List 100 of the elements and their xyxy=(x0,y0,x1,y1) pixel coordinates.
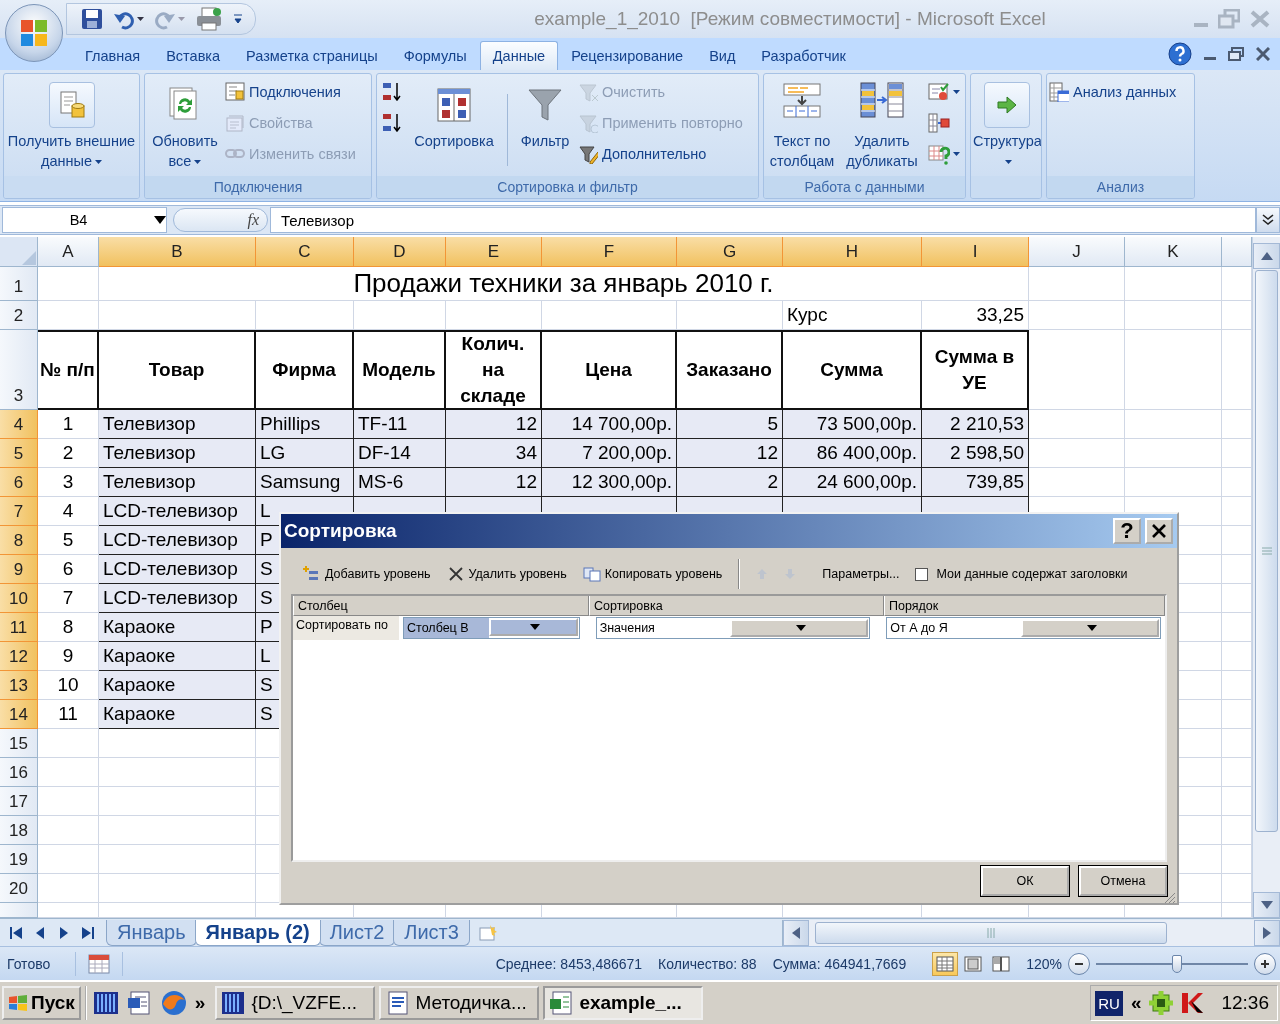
last-sheet-button[interactable] xyxy=(82,926,94,939)
toolbar-button[interactable]: Удалить уровень xyxy=(440,562,573,586)
ribbon-button[interactable]: Обновить все xyxy=(147,76,223,176)
ribbon-tab[interactable]: Данные xyxy=(479,41,559,70)
row-header[interactable]: 13 xyxy=(0,671,38,700)
first-sheet-button[interactable] xyxy=(10,926,22,939)
row-header[interactable]: 16 xyxy=(0,758,38,787)
ribbon-tab[interactable]: Формулы xyxy=(390,41,480,70)
dialog-button[interactable]: Отмена xyxy=(1079,866,1167,896)
customize-button[interactable] xyxy=(231,12,245,26)
ribbon-button[interactable]: Фильтр xyxy=(514,76,576,176)
column-header[interactable]: H xyxy=(783,237,922,267)
name-box[interactable]: B4 xyxy=(2,207,167,233)
zoom-in-button[interactable] xyxy=(1254,952,1276,975)
dropdown[interactable]: Столбец B xyxy=(403,617,580,639)
save-button[interactable] xyxy=(79,6,105,32)
previous-sheet-button[interactable] xyxy=(34,926,46,939)
vertical-scrollbar[interactable] xyxy=(1252,237,1280,918)
row-header[interactable]: 20 xyxy=(0,874,38,903)
column-header[interactable]: A xyxy=(38,237,99,267)
dialog-button[interactable]: ОК xyxy=(981,866,1069,896)
language-indicator[interactable]: RU xyxy=(1095,990,1123,1016)
close-icon xyxy=(1152,524,1166,538)
taskbar-button[interactable]: Методичка... xyxy=(379,986,540,1020)
toolbar-button[interactable]: Копировать уровень xyxy=(576,562,729,586)
next-sheet-button[interactable] xyxy=(58,926,70,939)
ribbon-button[interactable]: Получить внешние данные xyxy=(6,76,137,176)
ribbon-tab[interactable]: Разработчик xyxy=(748,41,859,70)
record-macro-button[interactable] xyxy=(75,951,123,976)
column-header[interactable]: G xyxy=(677,237,783,267)
column-header[interactable]: J xyxy=(1029,237,1125,267)
restore-button[interactable] xyxy=(1228,47,1244,61)
dropdown[interactable]: Значения xyxy=(595,617,871,639)
column-header[interactable]: C xyxy=(256,237,354,267)
help-button[interactable]: ? xyxy=(1113,518,1141,544)
expand-button[interactable] xyxy=(1256,207,1280,233)
taskbar-button[interactable]: {D:\_VZFE... xyxy=(215,986,376,1020)
row-header[interactable]: 7 xyxy=(0,497,38,526)
taskbar-button[interactable]: example_... xyxy=(543,986,704,1020)
help-button[interactable] xyxy=(1168,42,1192,66)
row-header[interactable]: 11 xyxy=(0,613,38,642)
ribbon-tab[interactable]: Вставка xyxy=(153,41,234,70)
quick-launch-icon[interactable] xyxy=(126,991,153,1015)
column-header[interactable]: F xyxy=(542,237,677,267)
zoom-level[interactable]: 120% xyxy=(1020,955,1068,972)
expand-tray-button[interactable]: « xyxy=(1130,992,1142,1014)
row-header[interactable]: 1 xyxy=(0,267,38,301)
ribbon-button[interactable]: Сортировка xyxy=(407,76,501,176)
ribbon-button[interactable]: Удалить дубликаты xyxy=(840,76,924,176)
sheet-tab[interactable]: Январь xyxy=(106,919,197,946)
sheet-tab[interactable]: Январь (2) xyxy=(194,919,321,946)
tray-icon[interactable] xyxy=(1181,991,1204,1015)
dropdown[interactable]: От А до Я xyxy=(886,617,1161,639)
row-header[interactable]: 9 xyxy=(0,555,38,584)
quick-launch-icon[interactable] xyxy=(160,990,187,1016)
more-button[interactable]: » xyxy=(194,992,206,1014)
ribbon-button[interactable]: Анализ данных xyxy=(1049,76,1181,107)
ribbon-tab[interactable]: Рецензирование xyxy=(558,41,697,70)
quick-launch-icon[interactable] xyxy=(92,991,119,1015)
row-header[interactable]: 14 xyxy=(0,700,38,729)
row-header[interactable]: 12 xyxy=(0,642,38,671)
ribbon-button[interactable]: Структура xyxy=(973,76,1041,176)
ribbon-tab[interactable]: Вид xyxy=(696,41,749,70)
page-break-icon xyxy=(992,955,1011,972)
row-header[interactable]: 10 xyxy=(0,584,38,613)
row-header[interactable]: 8 xyxy=(0,526,38,555)
zoom-out-button[interactable] xyxy=(1068,952,1090,975)
start-button[interactable]: Пуск xyxy=(2,986,81,1020)
ribbon-tab[interactable]: Разметка страницы xyxy=(233,41,391,70)
row-header[interactable]: 2 xyxy=(0,301,38,330)
row-header[interactable]: 5 xyxy=(0,439,38,468)
slider-thumb[interactable] xyxy=(1171,954,1182,973)
ribbon-button[interactable]: Дополнительно xyxy=(578,138,747,169)
sheet-icon xyxy=(88,953,110,974)
row-header[interactable]: 6 xyxy=(0,468,38,497)
row-header[interactable]: 3 xyxy=(0,330,38,410)
group-label: Работа с данными xyxy=(764,176,965,198)
ribbon-button[interactable]: Подключения xyxy=(225,76,360,107)
row-header[interactable]: 19 xyxy=(0,845,38,874)
row-header[interactable]: 15 xyxy=(0,729,38,758)
view-button[interactable] xyxy=(932,951,959,976)
headers-checkbox[interactable]: Мои данные содержат заголовки xyxy=(915,567,1128,581)
ribbon-tab[interactable]: Главная xyxy=(72,41,154,70)
sheet-tab[interactable]: Лист2 xyxy=(318,919,396,946)
column-header[interactable]: D xyxy=(354,237,446,267)
row-header[interactable]: 18 xyxy=(0,816,38,845)
insert-function-button[interactable]: fx xyxy=(173,208,268,232)
column-header[interactable]: I xyxy=(922,237,1029,267)
sum-value: Сумма: 464941,7669 xyxy=(772,955,907,972)
row-header[interactable]: 4 xyxy=(0,410,38,439)
options-button[interactable]: Параметры... xyxy=(816,563,906,585)
column-header[interactable]: E xyxy=(446,237,542,267)
horizontal-scrollbar[interactable] xyxy=(782,919,1280,946)
row-header[interactable]: 17 xyxy=(0,787,38,816)
column-header[interactable]: B xyxy=(99,237,256,267)
sheet-tab[interactable]: Лист3 xyxy=(393,919,470,946)
printer-icon xyxy=(195,7,223,31)
column-header[interactable]: K xyxy=(1125,237,1222,267)
formula-input[interactable]: Телевизор xyxy=(270,207,1256,233)
ribbon-button[interactable]: Текст по столбцам xyxy=(766,76,838,176)
